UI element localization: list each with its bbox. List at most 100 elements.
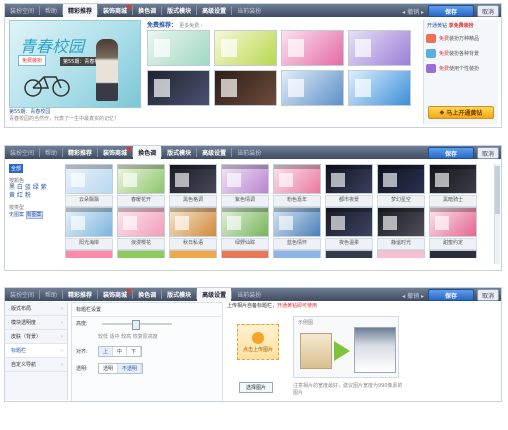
tab-7[interactable]: 高级设置 bbox=[197, 146, 231, 159]
tab-4[interactable]: 装饰商城 bbox=[98, 4, 132, 17]
theme-thumbnail[interactable] bbox=[281, 30, 344, 66]
tab-4[interactable]: 装饰商城 bbox=[98, 288, 132, 301]
align-bottom[interactable]: 下 bbox=[127, 347, 142, 356]
cancel-button[interactable]: 取消 bbox=[477, 289, 499, 301]
tab-5[interactable]: 换色调 bbox=[133, 146, 162, 159]
color-scheme-card[interactable]: 黑色格调 bbox=[169, 164, 217, 207]
tab-1[interactable]: 装扮空间 bbox=[5, 146, 39, 159]
cancel-button[interactable]: 取消 bbox=[477, 147, 499, 159]
color-scheme-card[interactable]: 静谧时光 bbox=[377, 207, 425, 250]
tab-5[interactable]: 换色调 bbox=[133, 4, 161, 17]
opaque-option[interactable]: 不透明 bbox=[118, 364, 143, 373]
tab-6[interactable]: 版式模块 bbox=[162, 288, 196, 301]
theme-thumbnail[interactable] bbox=[147, 30, 210, 66]
color-scheme-card[interactable]: 绿野仙踪 bbox=[221, 207, 269, 250]
tab-3[interactable]: 精彩推荐 bbox=[63, 4, 98, 17]
color-scheme-card[interactable]: 黑暗骑士 bbox=[429, 164, 477, 207]
color-scheme-card[interactable]: 阳光海岸 bbox=[65, 207, 113, 250]
theme-thumbnail[interactable] bbox=[214, 30, 277, 66]
color-scheme-card[interactable] bbox=[273, 250, 321, 258]
color-scheme-card[interactable]: 都市夜景 bbox=[325, 164, 373, 207]
slider-knob[interactable] bbox=[132, 319, 140, 330]
color-scheme-card[interactable] bbox=[169, 250, 217, 258]
tab-1[interactable]: 装扮空间 bbox=[5, 4, 39, 17]
tab-8[interactable]: 当前装扮 bbox=[232, 4, 266, 17]
featured-banner[interactable]: 青春校园 免费装扮 第55期：青春校园 bbox=[9, 20, 141, 108]
color-scheme-card[interactable]: 蓝色情怀 bbox=[273, 207, 321, 250]
settings-menu-item[interactable]: 版式布局 › bbox=[5, 302, 67, 316]
vip-benefit-item[interactable]: 免费使用个性装扮 bbox=[424, 61, 498, 76]
color-scheme-card[interactable]: 梦幻星空 bbox=[377, 164, 425, 207]
tab-3[interactable]: 精彩推荐 bbox=[63, 146, 97, 159]
filter-type-plain[interactable]: 无图案 bbox=[9, 212, 24, 218]
height-slider[interactable] bbox=[102, 319, 172, 330]
tab-3[interactable]: 精彩推荐 bbox=[63, 288, 97, 301]
tab-2[interactable]: 帮助 bbox=[40, 288, 62, 301]
scheme-preview bbox=[273, 207, 321, 237]
undo-redo-nav[interactable]: ◂ 撤销 ▸ bbox=[402, 291, 424, 300]
upload-title-highlight[interactable]: 开通黄钻即可使用 bbox=[277, 303, 317, 309]
tab-4[interactable]: 装饰商城 bbox=[98, 146, 132, 159]
more-free-link[interactable]: 更多免费 › bbox=[179, 23, 203, 29]
theme-thumbnail[interactable] bbox=[348, 30, 411, 66]
tab-6[interactable]: 版式模块 bbox=[162, 146, 196, 159]
color-scheme-card[interactable]: 秋日私语 bbox=[169, 207, 217, 250]
save-button[interactable]: 保存 bbox=[428, 5, 474, 17]
cancel-button[interactable]: 取消 bbox=[477, 5, 499, 17]
color-scheme-card[interactable] bbox=[221, 250, 269, 258]
color-scheme-card[interactable]: 甜蜜约定 bbox=[429, 207, 477, 250]
tab-7[interactable]: 高级设置 bbox=[197, 4, 231, 17]
vip-benefit-item[interactable]: 免费装扮各种背景 bbox=[424, 46, 498, 61]
upload-dropzone[interactable]: 点击上传图片 bbox=[237, 324, 279, 360]
color-scheme-card[interactable]: 春暖花开 bbox=[117, 164, 165, 207]
color-scheme-card[interactable] bbox=[117, 250, 165, 258]
undo-redo-nav[interactable]: ◂ 撤销 ▸ bbox=[402, 7, 424, 16]
color-scheme-card[interactable]: 浪漫樱花 bbox=[117, 207, 165, 250]
choose-image-button[interactable]: 选择图片 bbox=[239, 382, 273, 393]
vip-benefit-item[interactable]: 免费装扮万种精品 bbox=[424, 31, 498, 46]
save-button[interactable]: 保存 bbox=[428, 147, 474, 159]
theme-thumbnail[interactable] bbox=[281, 70, 344, 106]
theme-thumbnail[interactable] bbox=[147, 70, 210, 106]
scrollbar-thumb[interactable] bbox=[495, 166, 500, 214]
color-scheme-card[interactable]: 粉色嘉年 bbox=[273, 164, 321, 207]
color-scheme-card[interactable]: 云朵飘飘 bbox=[65, 164, 113, 207]
settings-menu-item[interactable]: 模块透明度 › bbox=[5, 316, 67, 330]
tab-1[interactable]: 装扮空间 bbox=[5, 288, 39, 301]
preview-block bbox=[435, 216, 449, 230]
settings-menu-item[interactable]: 标题栏 › bbox=[5, 344, 67, 358]
tab-8[interactable]: 当前装扮 bbox=[232, 146, 266, 159]
tab-8[interactable]: 当前装扮 bbox=[232, 288, 266, 301]
featured-caption[interactable]: 第55期：青春校园 bbox=[9, 108, 50, 115]
color-scheme-card[interactable]: 夜色温柔 bbox=[325, 207, 373, 250]
scheme-name: 静谧时光 bbox=[377, 238, 425, 250]
benefit-text: 使用个性装扮 bbox=[449, 66, 480, 72]
preview-header bbox=[222, 208, 268, 212]
tab-label: 精彩推荐 bbox=[68, 150, 93, 157]
theme-thumbnail[interactable] bbox=[214, 70, 277, 106]
transparent-option[interactable]: 透明 bbox=[99, 364, 119, 373]
transparency-row: 透明: 透明 不透明 bbox=[72, 360, 222, 377]
tab-7[interactable]: 高级设置 bbox=[197, 288, 232, 301]
settings-menu-item[interactable]: 皮肤（背景） › bbox=[5, 330, 67, 344]
new-badge-icon bbox=[127, 289, 132, 293]
align-top[interactable]: 上 bbox=[99, 347, 114, 356]
align-middle[interactable]: 中 bbox=[113, 347, 128, 356]
tab-6[interactable]: 版式模块 bbox=[162, 4, 196, 17]
color-scheme-card[interactable] bbox=[325, 250, 373, 258]
filter-all[interactable]: 全部 bbox=[9, 164, 24, 173]
tab-2[interactable]: 帮助 bbox=[40, 146, 62, 159]
scrollbar[interactable] bbox=[494, 164, 500, 264]
color-scheme-card[interactable] bbox=[429, 250, 477, 258]
filter-color-options[interactable]: 黑 白 蓝 绿 紫 黄 红 粉 bbox=[9, 184, 53, 200]
color-scheme-card[interactable]: 紫色情调 bbox=[221, 164, 269, 207]
color-scheme-card[interactable] bbox=[377, 250, 425, 258]
theme-thumbnail[interactable] bbox=[348, 70, 411, 106]
filter-type-pattern[interactable]: 有图案 bbox=[25, 211, 43, 219]
settings-menu-item[interactable]: 自定义导航 › bbox=[5, 358, 67, 372]
tab-5[interactable]: 换色调 bbox=[133, 288, 161, 301]
save-button[interactable]: 保存 bbox=[428, 289, 474, 301]
color-scheme-card[interactable] bbox=[65, 250, 113, 258]
tab-2[interactable]: 帮助 bbox=[40, 4, 62, 17]
open-vip-button[interactable]: ◆ 马上开通黄钻 bbox=[428, 106, 494, 119]
